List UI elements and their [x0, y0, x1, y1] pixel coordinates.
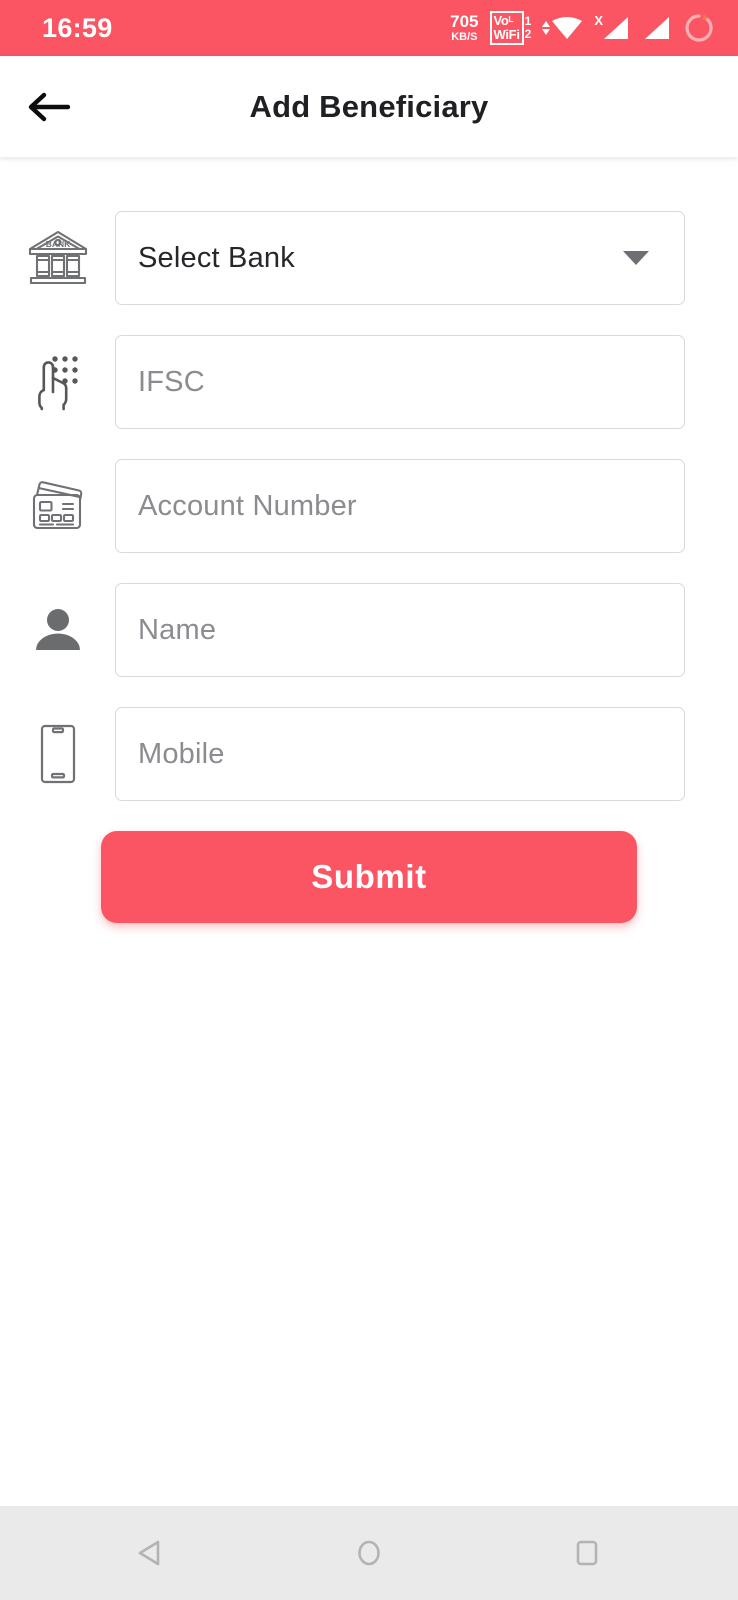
vowifi-line2: WiFi: [493, 27, 520, 42]
app-bar: Add Beneficiary: [0, 56, 738, 157]
ifsc-input[interactable]: IFSC: [115, 335, 685, 429]
name-input[interactable]: Name: [115, 583, 685, 677]
ifsc-placeholder: IFSC: [138, 365, 205, 398]
field-row-ifsc: IFSC: [0, 335, 738, 429]
signal-triangle-glyph-2: [645, 17, 669, 39]
home-circle-icon: [358, 1540, 380, 1566]
page-title: Add Beneficiary: [249, 88, 489, 124]
android-nav-bar: [0, 1506, 738, 1600]
bank-building-icon: BANK: [0, 223, 115, 293]
data-speed-value: 705: [450, 12, 479, 31]
account-number-placeholder: Account Number: [138, 489, 357, 522]
field-row-account-number: Account Number: [0, 459, 738, 553]
svg-text:BANK: BANK: [45, 239, 70, 249]
form-container: BANK Select Bank IFSC Account Number Nam…: [0, 157, 738, 1506]
field-row-name: Name: [0, 583, 738, 677]
chevron-down-icon: [623, 251, 649, 265]
submit-row: Submit: [0, 831, 738, 923]
signal-triangle-glyph: [604, 17, 628, 39]
person-glyph: [35, 609, 80, 650]
data-speed-indicator: 705 KB/S: [450, 13, 478, 43]
mobile-input[interactable]: Mobile: [115, 707, 685, 801]
back-triangle-icon: [138, 1540, 160, 1566]
field-row-mobile: Mobile: [0, 707, 738, 801]
phone-screen: 16:59 705 KB/S Voᴸ WiFi 1 2 X Add Benefi…: [0, 0, 738, 1600]
vowifi-sim-numbers: 1 2: [525, 11, 532, 44]
arrow-up-icon: [542, 21, 551, 27]
wifi-icon: [542, 15, 583, 41]
vowifi-line1: Voᴸ: [493, 13, 514, 29]
recents-square-icon: [576, 1540, 598, 1566]
wifi-signal-glyph: [552, 17, 583, 39]
field-row-select-bank: BANK Select Bank: [0, 211, 738, 305]
pin-keypad-hand-glyph: [37, 356, 78, 411]
smartphone-glyph: [40, 724, 75, 784]
vowifi-badge: Voᴸ WiFi 1 2: [489, 11, 532, 45]
credit-cards-glyph: [32, 481, 82, 530]
select-bank-value: Select Bank: [138, 241, 295, 274]
smartphone-icon: [0, 719, 115, 789]
name-placeholder: Name: [138, 613, 217, 646]
account-number-input[interactable]: Account Number: [115, 459, 685, 553]
nav-home-button[interactable]: [334, 1518, 404, 1588]
arrow-left-icon: [28, 92, 70, 121]
status-bar: 16:59 705 KB/S Voᴸ WiFi 1 2 X: [0, 0, 738, 56]
status-icon-tray: 705 KB/S Voᴸ WiFi 1 2 X: [450, 11, 716, 45]
bank-building-glyph: BANK: [28, 230, 87, 285]
signal-bars-sim1-icon: X: [594, 13, 630, 41]
status-time: 16:59: [42, 12, 113, 43]
nav-recents-button[interactable]: [552, 1518, 622, 1588]
sync-circle-icon: [685, 14, 713, 42]
arrow-down-icon: [542, 29, 551, 35]
credit-cards-icon: [0, 471, 115, 541]
submit-button[interactable]: Submit: [101, 831, 637, 923]
person-icon: [0, 595, 115, 665]
vowifi-sim2: 2: [524, 27, 532, 41]
select-bank-dropdown[interactable]: Select Bank: [115, 211, 685, 305]
nav-back-button[interactable]: [116, 1518, 186, 1588]
signal-bars-sim2-icon: [641, 15, 671, 41]
data-speed-unit: KB/S: [451, 31, 478, 43]
pin-keypad-hand-icon: [0, 347, 115, 417]
back-button[interactable]: [10, 90, 86, 124]
mobile-placeholder: Mobile: [138, 737, 225, 770]
vowifi-box: Voᴸ WiFi: [489, 11, 524, 45]
wifi-traffic-arrows-icon: [542, 21, 551, 35]
